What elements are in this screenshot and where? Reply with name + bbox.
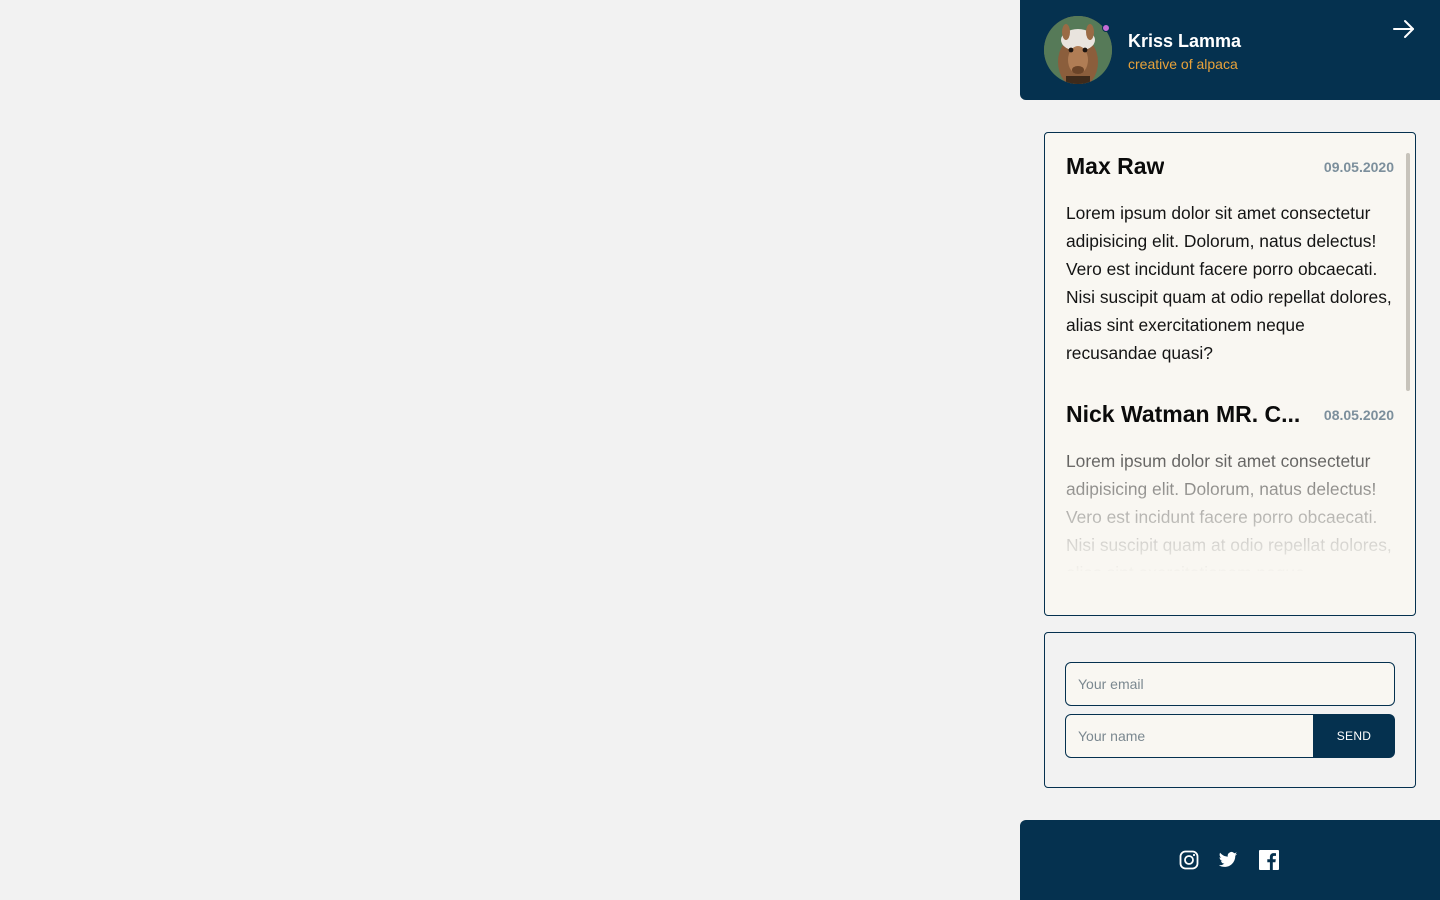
subscribe-form: SEND	[1044, 632, 1416, 788]
comment-author: Max Raw	[1066, 153, 1165, 179]
comments-scrollbar[interactable]	[1406, 153, 1410, 391]
comment-date: 09.05.2020	[1323, 159, 1394, 175]
instagram-link[interactable]	[1179, 850, 1199, 870]
arrow-right-icon	[1393, 20, 1414, 38]
facebook-link[interactable]	[1259, 850, 1279, 870]
instagram-icon	[1179, 850, 1199, 870]
send-button[interactable]: SEND	[1313, 714, 1395, 758]
comment-text: Lorem ipsum dolor sit amet consectetur a…	[1066, 203, 1392, 363]
name-field[interactable]	[1065, 714, 1315, 758]
profile-name: Kriss Lamma	[1128, 31, 1242, 51]
online-status-dot	[1102, 24, 1110, 32]
comments-list[interactable]: Max Raw 09.05.2020 Lorem ipsum dolor sit…	[1044, 132, 1416, 616]
comment-text: Lorem ipsum dolor sit amet consectetur a…	[1066, 451, 1392, 571]
twitter-icon	[1218, 852, 1238, 867]
comment-author: Nick Watman MR. C...	[1066, 401, 1301, 427]
facebook-icon	[1259, 850, 1279, 870]
logout-button[interactable]	[1390, 16, 1418, 42]
sidebar-panel: Kriss Lamma creative of alpaca Max Raw 0…	[1020, 0, 1440, 900]
comment-date: 08.05.2020	[1323, 407, 1394, 423]
email-field[interactable]	[1065, 662, 1395, 706]
twitter-link[interactable]	[1218, 850, 1238, 870]
footer	[1020, 820, 1440, 900]
profile-role: creative of alpaca	[1128, 56, 1238, 72]
profile-header: Kriss Lamma creative of alpaca	[1020, 0, 1440, 100]
